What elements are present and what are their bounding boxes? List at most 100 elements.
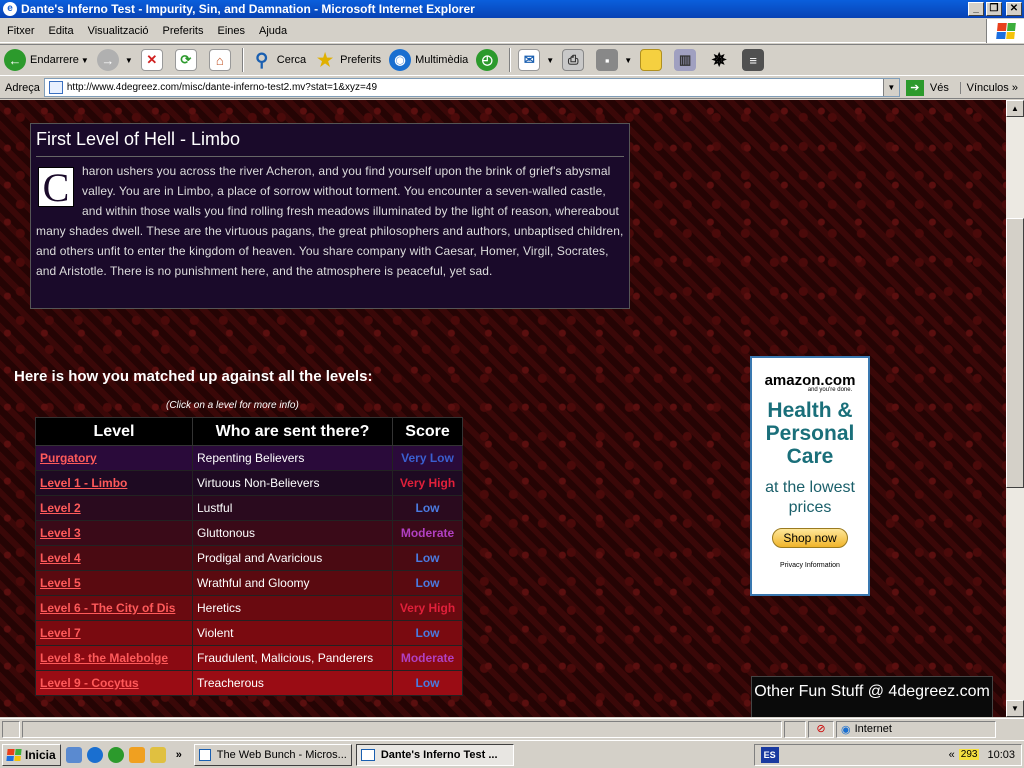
links-label: Vínculos — [966, 81, 1009, 94]
level-cell: Level 6 - The City of Dis — [35, 595, 193, 621]
score-cell: Low — [392, 495, 463, 521]
research-button[interactable]: ▥ — [670, 46, 704, 74]
privacy-link[interactable]: Privacy Information — [752, 562, 868, 569]
scroll-up-button[interactable]: ▲ — [1006, 100, 1024, 117]
extra-button[interactable]: ≡ — [738, 46, 772, 74]
chevron-down-icon[interactable]: ▼ — [624, 56, 632, 65]
home-button[interactable]: ⌂ — [205, 46, 239, 74]
menu-file[interactable]: Fitxer — [0, 25, 42, 37]
level-link[interactable]: Level 5 — [40, 576, 81, 590]
amazon-ad[interactable]: amazon.com and you're done. Health & Per… — [750, 356, 870, 596]
scroll-down-button[interactable]: ▼ — [1006, 700, 1024, 717]
table-row: Level 7 Violent Low — [35, 620, 463, 646]
vertical-scrollbar[interactable]: ▲ ▼ — [1006, 100, 1024, 717]
toolbar-separator — [241, 48, 244, 72]
level-link[interactable]: Level 8- the Malebolge — [40, 651, 168, 665]
table-row: Level 4 Prodigal and Avaricious Low — [35, 545, 463, 571]
globe-icon: ◉ — [841, 723, 851, 736]
menu-tools[interactable]: Eines — [211, 25, 253, 37]
search-icon: ⚲ — [255, 49, 269, 70]
level-cell: Level 9 - Cocytus — [35, 670, 193, 696]
go-button[interactable]: ➔ Vés — [905, 79, 949, 96]
home-icon: ⌂ — [208, 49, 231, 71]
level-link[interactable]: Level 9 - Cocytus — [40, 676, 139, 690]
who-cell: Lustful — [192, 495, 393, 521]
task-label: The Web Bunch - Micros... — [216, 748, 347, 761]
level-link[interactable]: Level 7 — [40, 626, 81, 640]
level-link[interactable]: Level 2 — [40, 501, 81, 515]
task-dante-inferno[interactable]: Dante's Inferno Test ... — [355, 743, 514, 766]
drop-cap: C — [38, 167, 74, 208]
quicklaunch-more-icon[interactable]: » — [176, 749, 182, 761]
level-link[interactable]: Level 4 — [40, 551, 81, 565]
stop-button[interactable]: ✕ — [137, 46, 171, 74]
globe-icon: ◉ — [389, 49, 412, 71]
quicklaunch-ie-icon[interactable] — [86, 746, 103, 763]
mail-button[interactable]: ✉ ▼ — [514, 46, 558, 74]
who-cell: Repenting Believers — [192, 445, 393, 471]
chevron-down-icon[interactable]: ▼ — [81, 56, 89, 65]
discuss-button[interactable] — [636, 46, 670, 74]
address-input[interactable]: http://www.4degreez.com/misc/dante-infer… — [43, 78, 900, 97]
table-row: Purgatory Repenting Believers Very Low — [35, 445, 463, 471]
note-icon — [640, 49, 663, 71]
windows-logo-icon — [6, 748, 22, 761]
refresh-button[interactable]: ⟳ — [171, 46, 205, 74]
media-button[interactable]: ◉ Multimèdia — [385, 46, 472, 74]
shop-now-button[interactable]: Shop now — [772, 528, 848, 548]
tray-count[interactable]: 293 — [958, 749, 980, 760]
menu-favorites[interactable]: Preferits — [156, 25, 211, 37]
printer-icon: ⎙ — [562, 49, 585, 71]
search-button[interactable]: ⚲ Cerca — [247, 46, 310, 74]
who-cell: Treacherous — [192, 670, 393, 696]
back-button[interactable]: ← Endarrere ▼ — [0, 46, 93, 74]
messenger-button[interactable]: ✵ — [704, 46, 738, 74]
table-row: Level 9 - Cocytus Treacherous Low — [35, 670, 463, 696]
title-bar: e Dante's Inferno Test - Impurity, Sin, … — [0, 0, 1024, 18]
level-cell: Level 8- the Malebolge — [35, 645, 193, 671]
tray-expand-icon[interactable]: « — [949, 749, 955, 761]
language-indicator[interactable]: ES — [760, 746, 779, 763]
quicklaunch-icon-1[interactable] — [65, 746, 82, 763]
level-link[interactable]: Level 3 — [40, 526, 81, 540]
quicklaunch-icon-4[interactable] — [128, 746, 145, 763]
mail-icon: ✉ — [518, 49, 541, 71]
forward-button[interactable]: → ▼ — [93, 46, 137, 74]
history-icon: ◴ — [476, 49, 499, 71]
chevron-down-icon[interactable]: ▼ — [882, 79, 899, 96]
quicklaunch-tree-icon[interactable] — [107, 746, 124, 763]
start-button[interactable]: Inicia — [2, 743, 61, 766]
level-link[interactable]: Level 6 - The City of Dis — [40, 601, 175, 615]
level-title: First Level of Hell - Limbo — [36, 124, 624, 157]
quicklaunch-icon-5[interactable] — [149, 746, 166, 763]
level-description: C haron ushers you across the river Ache… — [36, 161, 624, 281]
level-link[interactable]: Purgatory — [40, 451, 97, 465]
links-button[interactable]: Vínculos » — [959, 81, 1024, 94]
who-cell: Fraudulent, Malicious, Panderers — [192, 645, 393, 671]
description-text: haron ushers you across the river Achero… — [36, 164, 624, 278]
score-cell: Low — [392, 545, 463, 571]
who-cell: Gluttonous — [192, 520, 393, 546]
edit-icon: ▪ — [596, 49, 619, 71]
score-cell: Moderate — [392, 645, 463, 671]
chevron-down-icon[interactable]: ▼ — [546, 56, 554, 65]
score-cell: Moderate — [392, 520, 463, 546]
scroll-thumb[interactable] — [1006, 218, 1024, 488]
print-button[interactable]: ⎙ — [558, 46, 592, 74]
menu-view[interactable]: Visualització — [81, 25, 156, 37]
menu-edit[interactable]: Edita — [42, 25, 81, 37]
close-button[interactable]: ✕ — [1006, 2, 1022, 16]
toolbar-separator — [509, 48, 512, 72]
task-web-bunch[interactable]: The Web Bunch - Micros... — [193, 743, 352, 766]
favorites-button[interactable]: ★ Preferits — [310, 46, 385, 74]
chevron-down-icon[interactable]: ▼ — [125, 56, 133, 65]
other-fun-stuff-box[interactable]: Other Fun Stuff @ 4degreez.com — [751, 676, 993, 717]
status-progress — [784, 720, 806, 738]
menu-help[interactable]: Ajuda — [252, 25, 294, 37]
history-button[interactable]: ◴ — [472, 46, 506, 74]
level-link[interactable]: Level 1 - Limbo — [40, 476, 127, 490]
maximize-button[interactable]: ❐ — [986, 2, 1002, 16]
go-label: Vés — [929, 81, 949, 94]
edit-button[interactable]: ▪ ▼ — [592, 46, 636, 74]
minimize-button[interactable]: _ — [968, 2, 984, 16]
